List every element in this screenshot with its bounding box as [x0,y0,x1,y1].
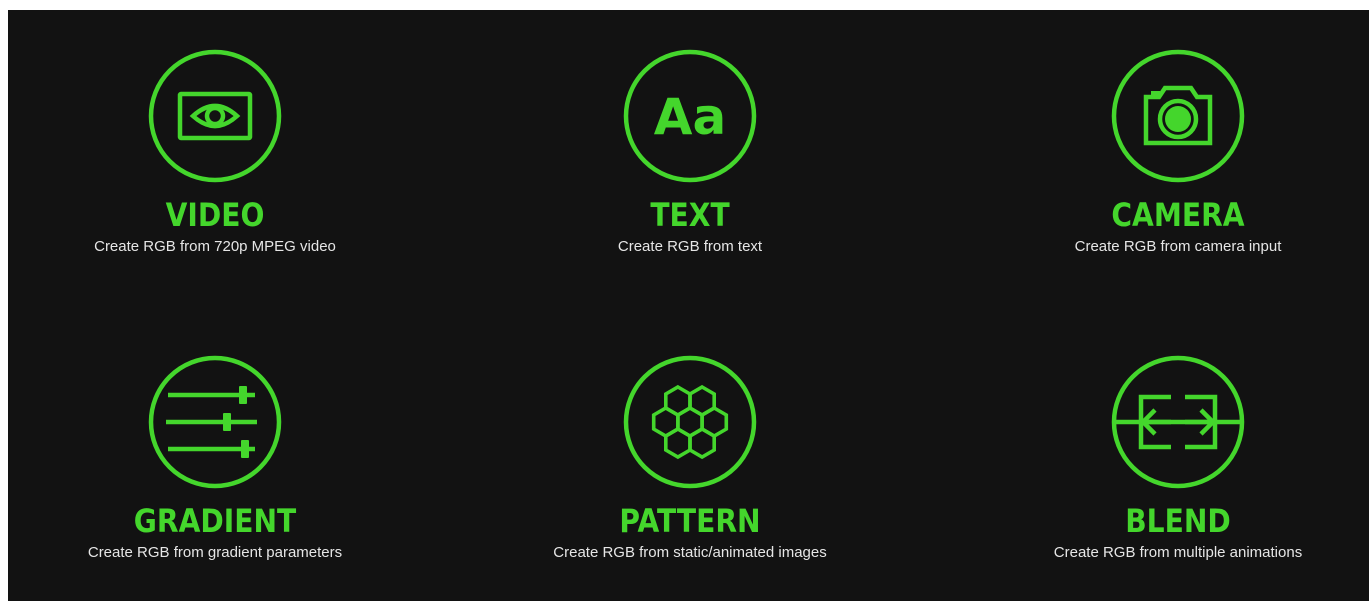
feature-title: CAMERA [1111,196,1245,234]
feature-title: GRADIENT [133,502,297,540]
feature-description: Create RGB from gradient parameters [87,544,343,561]
hexagon-pattern-icon [623,355,757,489]
feature-title: BLEND [1125,502,1231,540]
feature-title: TEXT [650,196,730,234]
video-eye-icon [148,49,282,183]
feature-description: Create RGB from multiple animations [1053,544,1303,561]
feature-description: Create RGB from 720p MPEG video [94,238,336,255]
feature-camera[interactable]: CAMERA Create RGB from camera input [968,47,1372,257]
feature-text[interactable]: Aa TEXT Create RGB from text [480,47,900,257]
feature-blend[interactable]: BLEND Create RGB from multiple animation… [968,353,1372,563]
sliders-icon [148,355,282,489]
text-aa-icon: Aa [623,49,757,183]
feature-gradient[interactable]: GRADIENT Create RGB from gradient parame… [5,353,425,563]
feature-pattern[interactable]: PATTERN Create RGB from static/animated … [480,353,900,563]
camera-icon [1111,49,1245,183]
feature-title: PATTERN [619,502,761,540]
feature-title: VIDEO [165,196,265,234]
feature-description: Create RGB from camera input [1074,238,1282,255]
icon-text: Aa [654,88,726,146]
blend-arrows-icon [1111,355,1245,489]
feature-description: Create RGB from static/animated images [553,544,827,561]
feature-description: Create RGB from text [617,238,763,255]
effects-panel: VIDEO Create RGB from 720p MPEG video Aa… [8,10,1369,601]
feature-video[interactable]: VIDEO Create RGB from 720p MPEG video [5,47,425,257]
